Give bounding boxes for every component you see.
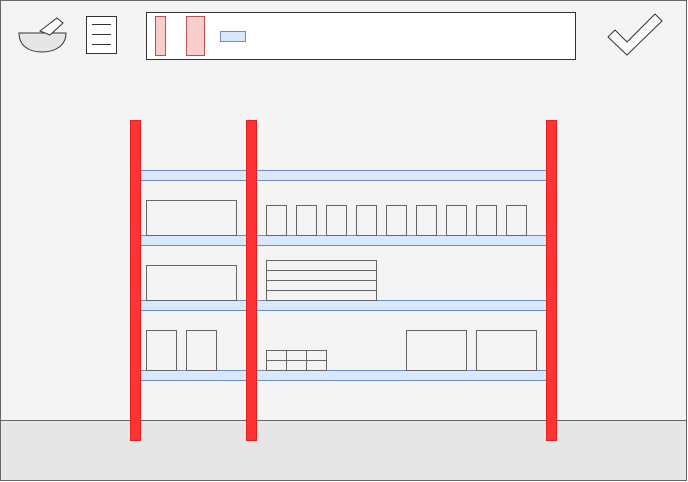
palette-swatch-wide-upright[interactable] bbox=[186, 16, 205, 56]
recipe-list-icon[interactable] bbox=[86, 16, 117, 54]
shelf-plank-right-2[interactable] bbox=[256, 235, 547, 246]
palette-swatch-shelf-plank[interactable] bbox=[220, 31, 246, 42]
shelf-plank-left-4[interactable] bbox=[140, 370, 247, 381]
shelf-upright-right[interactable] bbox=[546, 120, 557, 441]
shelf-plank-left-2[interactable] bbox=[140, 235, 247, 246]
shelf-plank-right-4[interactable] bbox=[256, 370, 547, 381]
floor bbox=[0, 420, 687, 481]
shelf-upright-left[interactable] bbox=[130, 120, 141, 441]
palette-tray bbox=[146, 12, 576, 60]
game-scene bbox=[0, 0, 687, 481]
shelf-upright-middle[interactable] bbox=[246, 120, 257, 441]
shelf-plank-left-1[interactable] bbox=[140, 170, 247, 181]
palette-swatch-thin-upright[interactable] bbox=[155, 16, 166, 56]
shelf-plank-right-3[interactable] bbox=[256, 300, 547, 311]
shelf-plank-left-3[interactable] bbox=[140, 300, 247, 311]
shelf-plank-right-1[interactable] bbox=[256, 170, 547, 181]
